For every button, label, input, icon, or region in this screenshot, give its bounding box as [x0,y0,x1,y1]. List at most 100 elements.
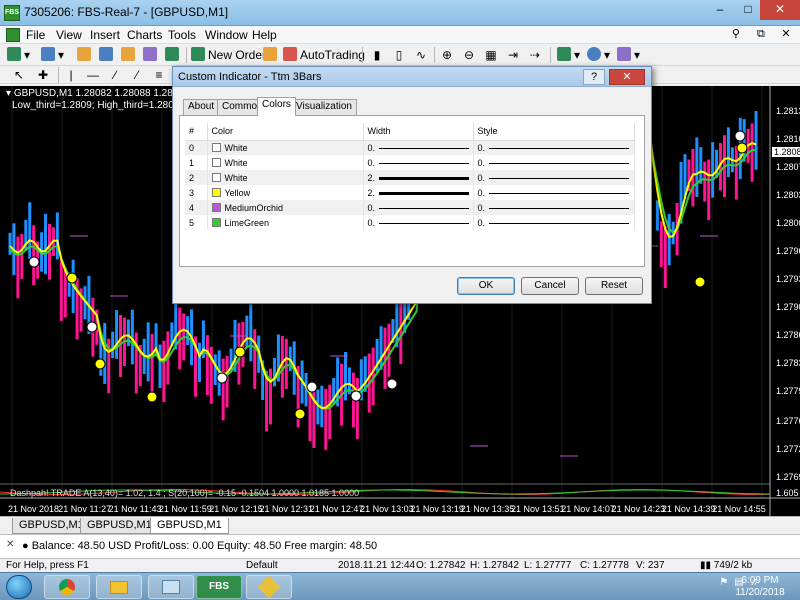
flag-icon[interactable]: ⚑ [718,577,730,588]
templates-button[interactable]: ▾ [616,46,641,64]
cursor-button[interactable]: ↖ [10,66,28,84]
profiles-button[interactable]: ▾ [40,46,65,64]
menu-file[interactable]: File [26,28,45,42]
menu-insert[interactable]: Insert [90,28,120,42]
color-row[interactable]: 0 White 0. 0. [185,140,635,155]
ok-button[interactable]: OK [457,277,515,295]
chart-tab-1[interactable]: GBPUSD,M1 [12,518,91,534]
window-icon[interactable] [148,575,194,599]
tab-visualization[interactable]: Visualization [291,99,357,115]
zoom-in-button[interactable]: ⊕ [438,46,456,64]
channel-button[interactable]: ⁄ [128,66,146,84]
price-bar [20,233,24,280]
help-button[interactable]: ? [583,69,605,85]
menu-view[interactable]: View [56,28,82,42]
color-row[interactable]: 1 White 0. 0. [185,155,635,170]
dialog-title: Custom Indicator - Ttm 3Bars [178,71,322,83]
menu-charts[interactable]: Charts [127,28,162,42]
tab-colors[interactable]: Colors [257,97,296,116]
color-row[interactable]: 5 LimeGreen 0. 0. [185,215,635,230]
chart-tab-2[interactable]: GBPUSD,M1 [80,518,159,534]
document-icon[interactable] [6,28,20,42]
row-style[interactable]: 0. [473,200,635,215]
market-watch-button[interactable] [76,46,95,64]
terminal-close-icon[interactable]: ✕ [6,539,14,550]
fbs-task-button[interactable]: FBS [196,575,242,599]
minimize-button[interactable]: – [706,0,734,20]
tab-about[interactable]: About [183,99,220,115]
new-chart-button[interactable]: ▾ [6,46,31,64]
color-row[interactable]: 3 Yellow 2. 0. [185,185,635,200]
price-bar [734,145,738,200]
menu-window[interactable]: Window [205,28,248,42]
row-width[interactable]: 0. [363,215,474,230]
row-style[interactable]: 0. [473,170,635,185]
row-style[interactable]: 0. [473,185,635,200]
vertical-line-button[interactable]: | [62,66,80,84]
dialog-titlebar: Custom Indicator - Ttm 3Bars ? ✕ [173,67,651,87]
autoscroll-button[interactable]: ⇢ [526,46,544,64]
row-style[interactable]: 0. [473,140,635,155]
row-color[interactable]: Yellow [207,185,364,200]
color-row[interactable]: 2 White 2. 0. [185,170,635,185]
custom-indicator-dialog: Custom Indicator - Ttm 3Bars ? ✕ About C… [172,66,652,304]
close-icon[interactable]: ✕ [778,27,794,40]
start-button[interactable] [6,575,32,599]
row-width[interactable]: 0. [363,200,474,215]
row-width[interactable]: 0. [363,155,474,170]
dialog-close-button[interactable]: ✕ [609,69,645,85]
chrome-icon[interactable] [44,575,90,599]
bar-chart-button[interactable]: ▮ [368,46,386,64]
chart-shift-button[interactable]: ⇥ [504,46,522,64]
terminal-button[interactable] [142,46,161,64]
explorer-icon[interactable] [96,575,142,599]
tile-windows-button[interactable]: ▦ [482,46,500,64]
row-index: 0 [185,140,208,155]
row-style[interactable]: 0. [473,155,635,170]
time-tick: 21 Nov 14:07 [561,504,615,514]
price-bar [32,225,36,286]
data-window-button[interactable] [98,46,117,64]
row-color[interactable]: MediumOrchid [207,200,364,215]
row-width[interactable]: 2. [363,170,474,185]
tester-button[interactable] [164,46,183,64]
metaeditor-icon[interactable] [246,575,292,599]
metaeditor-button[interactable] [262,46,281,64]
row-width[interactable]: 0. [363,140,474,155]
price-bar [750,123,754,182]
crosshair-button[interactable]: ✚ [34,66,52,84]
row-color[interactable]: White [207,155,364,170]
row-color[interactable]: LimeGreen [207,215,364,230]
navigator-button[interactable] [120,46,139,64]
menu-tools[interactable]: Tools [168,28,196,42]
price-bar [726,127,730,178]
zoom-out-button[interactable]: ⊖ [460,46,478,64]
price-bar [205,335,209,395]
signal-marker [306,381,318,393]
trendline-button[interactable]: ∕ [106,66,124,84]
cancel-button[interactable]: Cancel [521,277,579,295]
horizontal-line-button[interactable]: — [84,66,102,84]
clock-time[interactable]: 6:09 PM [730,575,790,586]
row-style[interactable]: 0. [473,215,635,230]
row-color[interactable]: White [207,140,364,155]
autotrading-button[interactable]: AutoTrading [282,46,366,64]
search-icon[interactable]: ⚲ [728,27,744,40]
fibonacci-button[interactable]: ≡ [150,66,168,84]
candle-chart-button[interactable]: ▯ [390,46,408,64]
row-width[interactable]: 2. [363,185,474,200]
color-row[interactable]: 4 MediumOrchid 0. 0. [185,200,635,215]
close-button[interactable]: ✕ [760,0,800,20]
maximize-button[interactable]: □ [734,0,762,20]
clock-date[interactable]: 11/20/2018 [730,587,790,598]
new-order-button[interactable]: New Order [190,46,267,64]
price-tick: 1.605 [776,488,799,498]
menu-help[interactable]: Help [252,28,277,42]
reset-button[interactable]: Reset [585,277,643,295]
indicators-button[interactable]: ▾ [556,46,581,64]
restore-icon[interactable]: ⧉ [753,28,769,41]
chart-tab-3[interactable]: GBPUSD,M1 [150,518,229,534]
line-chart-button[interactable]: ∿ [412,46,430,64]
periods-button[interactable]: ▾ [586,46,611,64]
row-color[interactable]: White [207,170,364,185]
